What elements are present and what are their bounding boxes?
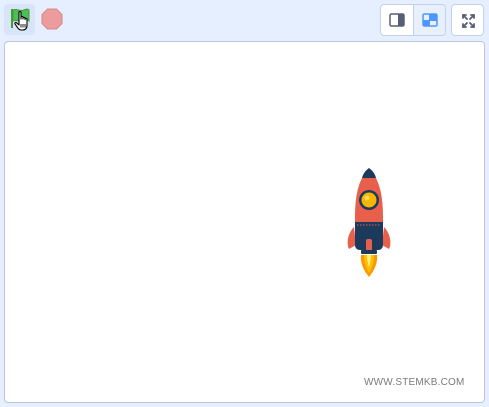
stage-size-toggle: [380, 4, 446, 36]
fullscreen-button[interactable]: [451, 4, 484, 36]
watermark-text: WWW.STEMKB.COM: [364, 377, 465, 388]
small-stage-button[interactable]: [381, 5, 413, 35]
fullscreen-icon: [462, 14, 475, 28]
normal-stage-button[interactable]: [414, 5, 445, 35]
green-flag-button[interactable]: [4, 4, 35, 35]
stage-canvas[interactable]: WWW.STEMKB.COM: [4, 41, 485, 403]
stop-sign-icon: [41, 8, 63, 30]
normal-stage-icon: [422, 13, 438, 27]
hand-pointer-icon: [14, 11, 28, 31]
stage-toolbar: [0, 0, 489, 40]
small-stage-icon: [389, 13, 405, 27]
stop-button[interactable]: [38, 5, 66, 33]
rocket-sprite[interactable]: [344, 165, 394, 277]
